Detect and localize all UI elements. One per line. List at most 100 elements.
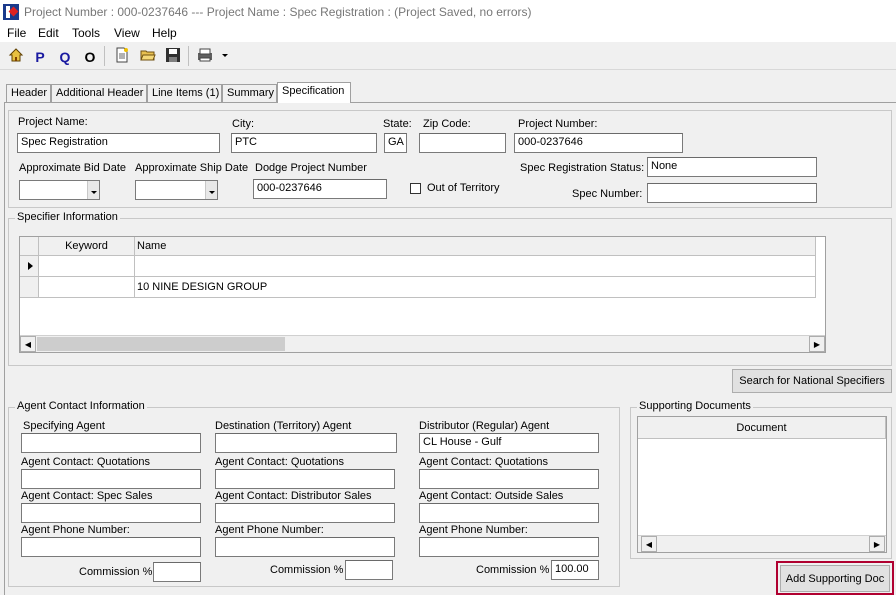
agent-phone-number-label: Agent Phone Number: <box>21 524 130 536</box>
specifying-agent-label: Specifying Agent <box>23 420 105 432</box>
agent-contact-quotations-input[interactable] <box>215 469 395 489</box>
row-selector[interactable] <box>20 256 39 277</box>
city-input[interactable]: PTC <box>231 133 377 153</box>
column-header-keyword[interactable]: Keyword <box>39 237 135 256</box>
agent-contact-outside-sales-label: Agent Contact: Outside Sales <box>419 490 564 502</box>
agent-contact-outside-sales-input[interactable] <box>419 503 599 523</box>
city-label: City: <box>232 118 254 130</box>
distributor-agent-label: Distributor (Regular) Agent <box>419 420 550 432</box>
q-button[interactable]: Q <box>55 47 75 67</box>
agent-phone-number-label: Agent Phone Number: <box>215 524 324 536</box>
agent-contact-quotations-label: Agent Contact: Quotations <box>419 456 549 468</box>
agent-phone-number-input[interactable] <box>215 537 395 557</box>
printer-icon[interactable] <box>196 47 232 67</box>
commission-input[interactable] <box>345 560 393 580</box>
distributor-agent-input[interactable]: CL House - Gulf <box>419 433 599 453</box>
agent-contact-distributor-sales-label: Agent Contact: Distributor Sales <box>215 490 372 502</box>
agent-contact-distributor-sales-input[interactable] <box>215 503 395 523</box>
window-title: Project Number : 000-0237646 --- Project… <box>24 5 532 19</box>
destination-agent-input[interactable] <box>215 433 397 453</box>
toolbar-separator <box>188 46 189 66</box>
state-label: State: <box>383 118 412 130</box>
app-logo-icon <box>3 4 19 20</box>
agent-contact-quotations-label: Agent Contact: Quotations <box>21 456 151 468</box>
menu-edit[interactable]: Edit <box>38 26 59 40</box>
spec-number-label: Spec Number: <box>572 188 643 200</box>
agent-phone-number-input[interactable] <box>419 537 599 557</box>
agent-contact-spec-sales-input[interactable] <box>21 503 201 523</box>
tab-header[interactable]: Header <box>6 84 51 102</box>
column-header-name[interactable]: Name <box>135 237 816 256</box>
scroll-track[interactable] <box>658 537 858 551</box>
house-icon[interactable] <box>6 47 26 67</box>
ship-date-label: Approximate Ship Date <box>135 162 249 174</box>
search-national-specifiers-button[interactable]: Search for National Specifiers <box>732 369 892 393</box>
o-button[interactable]: O <box>80 47 100 67</box>
p-button[interactable]: P <box>30 47 50 67</box>
commission-label: Commission % <box>270 564 344 576</box>
spec-registration-status-input[interactable]: None <box>647 157 817 177</box>
tab-summary[interactable]: Summary <box>222 84 277 102</box>
zip-code-label: Zip Code: <box>423 118 471 130</box>
scroll-left-icon[interactable]: ◀ <box>20 336 36 352</box>
commission-input[interactable]: 100.00 <box>551 560 599 580</box>
ship-date-picker[interactable] <box>135 180 218 200</box>
current-row-icon <box>28 262 33 270</box>
agent-contact-quotations-input[interactable] <box>21 469 201 489</box>
commission-label: Commission % <box>476 564 550 576</box>
table-row-keyword[interactable] <box>39 277 135 298</box>
specifying-agent-input[interactable] <box>21 433 201 453</box>
agent-contact-quotations-input[interactable] <box>419 469 599 489</box>
bid-date-label: Approximate Bid Date <box>19 162 126 174</box>
documents-horizontal-scrollbar[interactable]: ◀ ▶ <box>638 535 886 552</box>
row-header-corner <box>20 237 39 256</box>
toolbar: P Q O <box>0 42 896 70</box>
specifier-grid[interactable]: Keyword Name 10 NINE DESIGN GROUP ◀ ▶ <box>19 236 826 353</box>
tab-additional-header[interactable]: Additional Header <box>51 84 147 102</box>
specifier-horizontal-scrollbar[interactable]: ◀ ▶ <box>20 335 825 352</box>
tab-line-items[interactable]: Line Items (1) <box>147 84 222 102</box>
menu-file[interactable]: File <box>7 26 26 40</box>
supporting-documents-title: Supporting Documents <box>637 400 753 412</box>
spec-registration-status-label: Spec Registration Status: <box>520 162 645 174</box>
zip-code-input[interactable] <box>419 133 506 153</box>
table-row-name[interactable]: 10 NINE DESIGN GROUP <box>135 277 816 298</box>
scroll-left-icon[interactable]: ◀ <box>641 536 657 552</box>
scroll-right-icon[interactable]: ▶ <box>809 336 825 352</box>
agent-contact-information-title: Agent Contact Information <box>15 400 147 412</box>
project-number-input[interactable]: 000-0237646 <box>514 133 683 153</box>
agent-phone-number-label: Agent Phone Number: <box>419 524 528 536</box>
title-bar: Project Number : 000-0237646 --- Project… <box>0 0 896 24</box>
supporting-documents-grid[interactable]: Document ◀ ▶ <box>637 416 887 553</box>
dodge-project-number-label: Dodge Project Number <box>255 162 367 174</box>
project-number-label: Project Number: <box>518 118 598 130</box>
toolbar-separator <box>104 46 105 66</box>
tab-strip: Header Additional Header Line Items (1) … <box>0 70 896 103</box>
project-name-input[interactable]: Spec Registration <box>17 133 220 153</box>
floppy-disk-icon[interactable] <box>163 47 183 67</box>
spec-number-input[interactable] <box>647 183 817 203</box>
menu-tools[interactable]: Tools <box>72 26 100 40</box>
chevron-down-icon[interactable] <box>87 181 99 199</box>
table-row-name[interactable] <box>135 256 816 277</box>
table-row-keyword[interactable] <box>39 256 135 277</box>
commission-label: Commission % <box>79 566 153 578</box>
row-selector[interactable] <box>20 277 39 298</box>
chevron-down-icon[interactable] <box>205 181 217 199</box>
scroll-right-icon[interactable]: ▶ <box>869 536 885 552</box>
bid-date-picker[interactable] <box>19 180 100 200</box>
commission-input[interactable] <box>153 562 201 582</box>
column-header-document[interactable]: Document <box>638 417 886 439</box>
agent-phone-number-input[interactable] <box>21 537 201 557</box>
agent-contact-quotations-label: Agent Contact: Quotations <box>215 456 345 468</box>
menu-help[interactable]: Help <box>152 26 177 40</box>
menu-view[interactable]: View <box>114 26 140 40</box>
dodge-project-number-input[interactable]: 000-0237646 <box>253 179 387 199</box>
scroll-thumb[interactable] <box>37 337 285 351</box>
new-document-icon[interactable] <box>112 47 132 67</box>
state-input[interactable]: GA <box>384 133 407 153</box>
tab-specification[interactable]: Specification <box>277 82 351 103</box>
out-of-territory-checkbox[interactable] <box>410 183 421 194</box>
agent-contact-spec-sales-label: Agent Contact: Spec Sales <box>21 490 153 502</box>
open-folder-icon[interactable] <box>138 47 158 67</box>
